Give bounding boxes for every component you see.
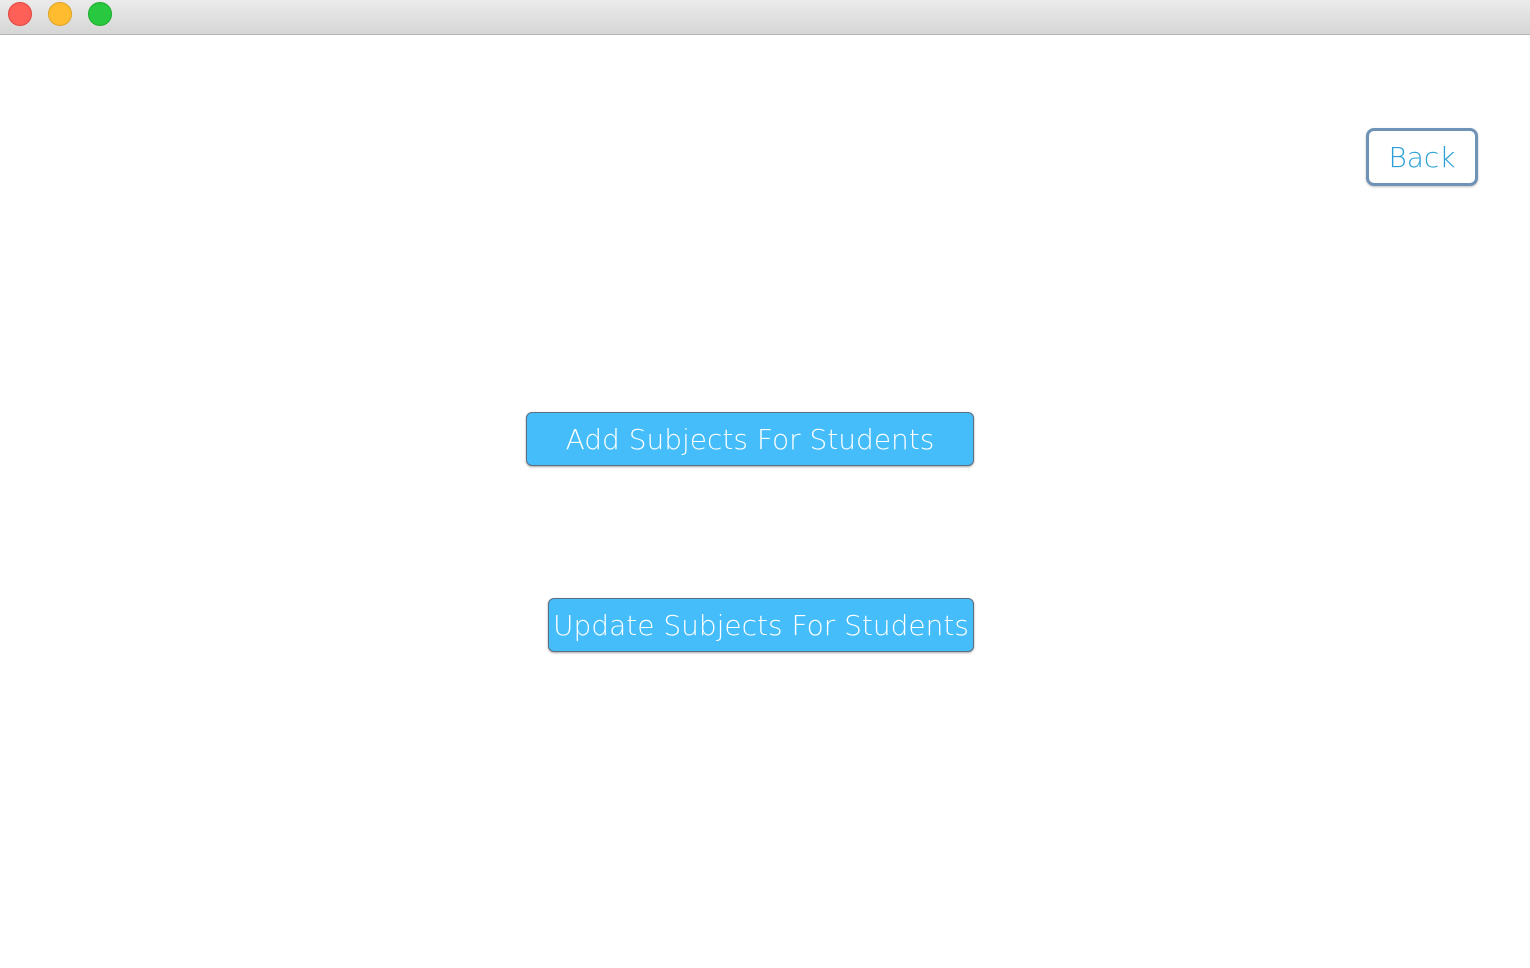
update-subjects-label: Update Subjects For Students — [553, 608, 969, 642]
add-subjects-button[interactable]: Add Subjects For Students — [526, 412, 974, 466]
add-subjects-label: Add Subjects For Students — [565, 422, 935, 456]
update-subjects-button[interactable]: Update Subjects For Students — [548, 598, 974, 652]
app-window: Back Add Subjects For Students Update Su… — [0, 0, 1530, 968]
back-button-label: Back — [1388, 140, 1456, 174]
zoom-window-icon[interactable] — [88, 2, 112, 26]
back-button[interactable]: Back — [1366, 128, 1478, 186]
minimize-window-icon[interactable] — [48, 2, 72, 26]
close-window-icon[interactable] — [8, 2, 32, 26]
title-bar — [0, 0, 1530, 35]
